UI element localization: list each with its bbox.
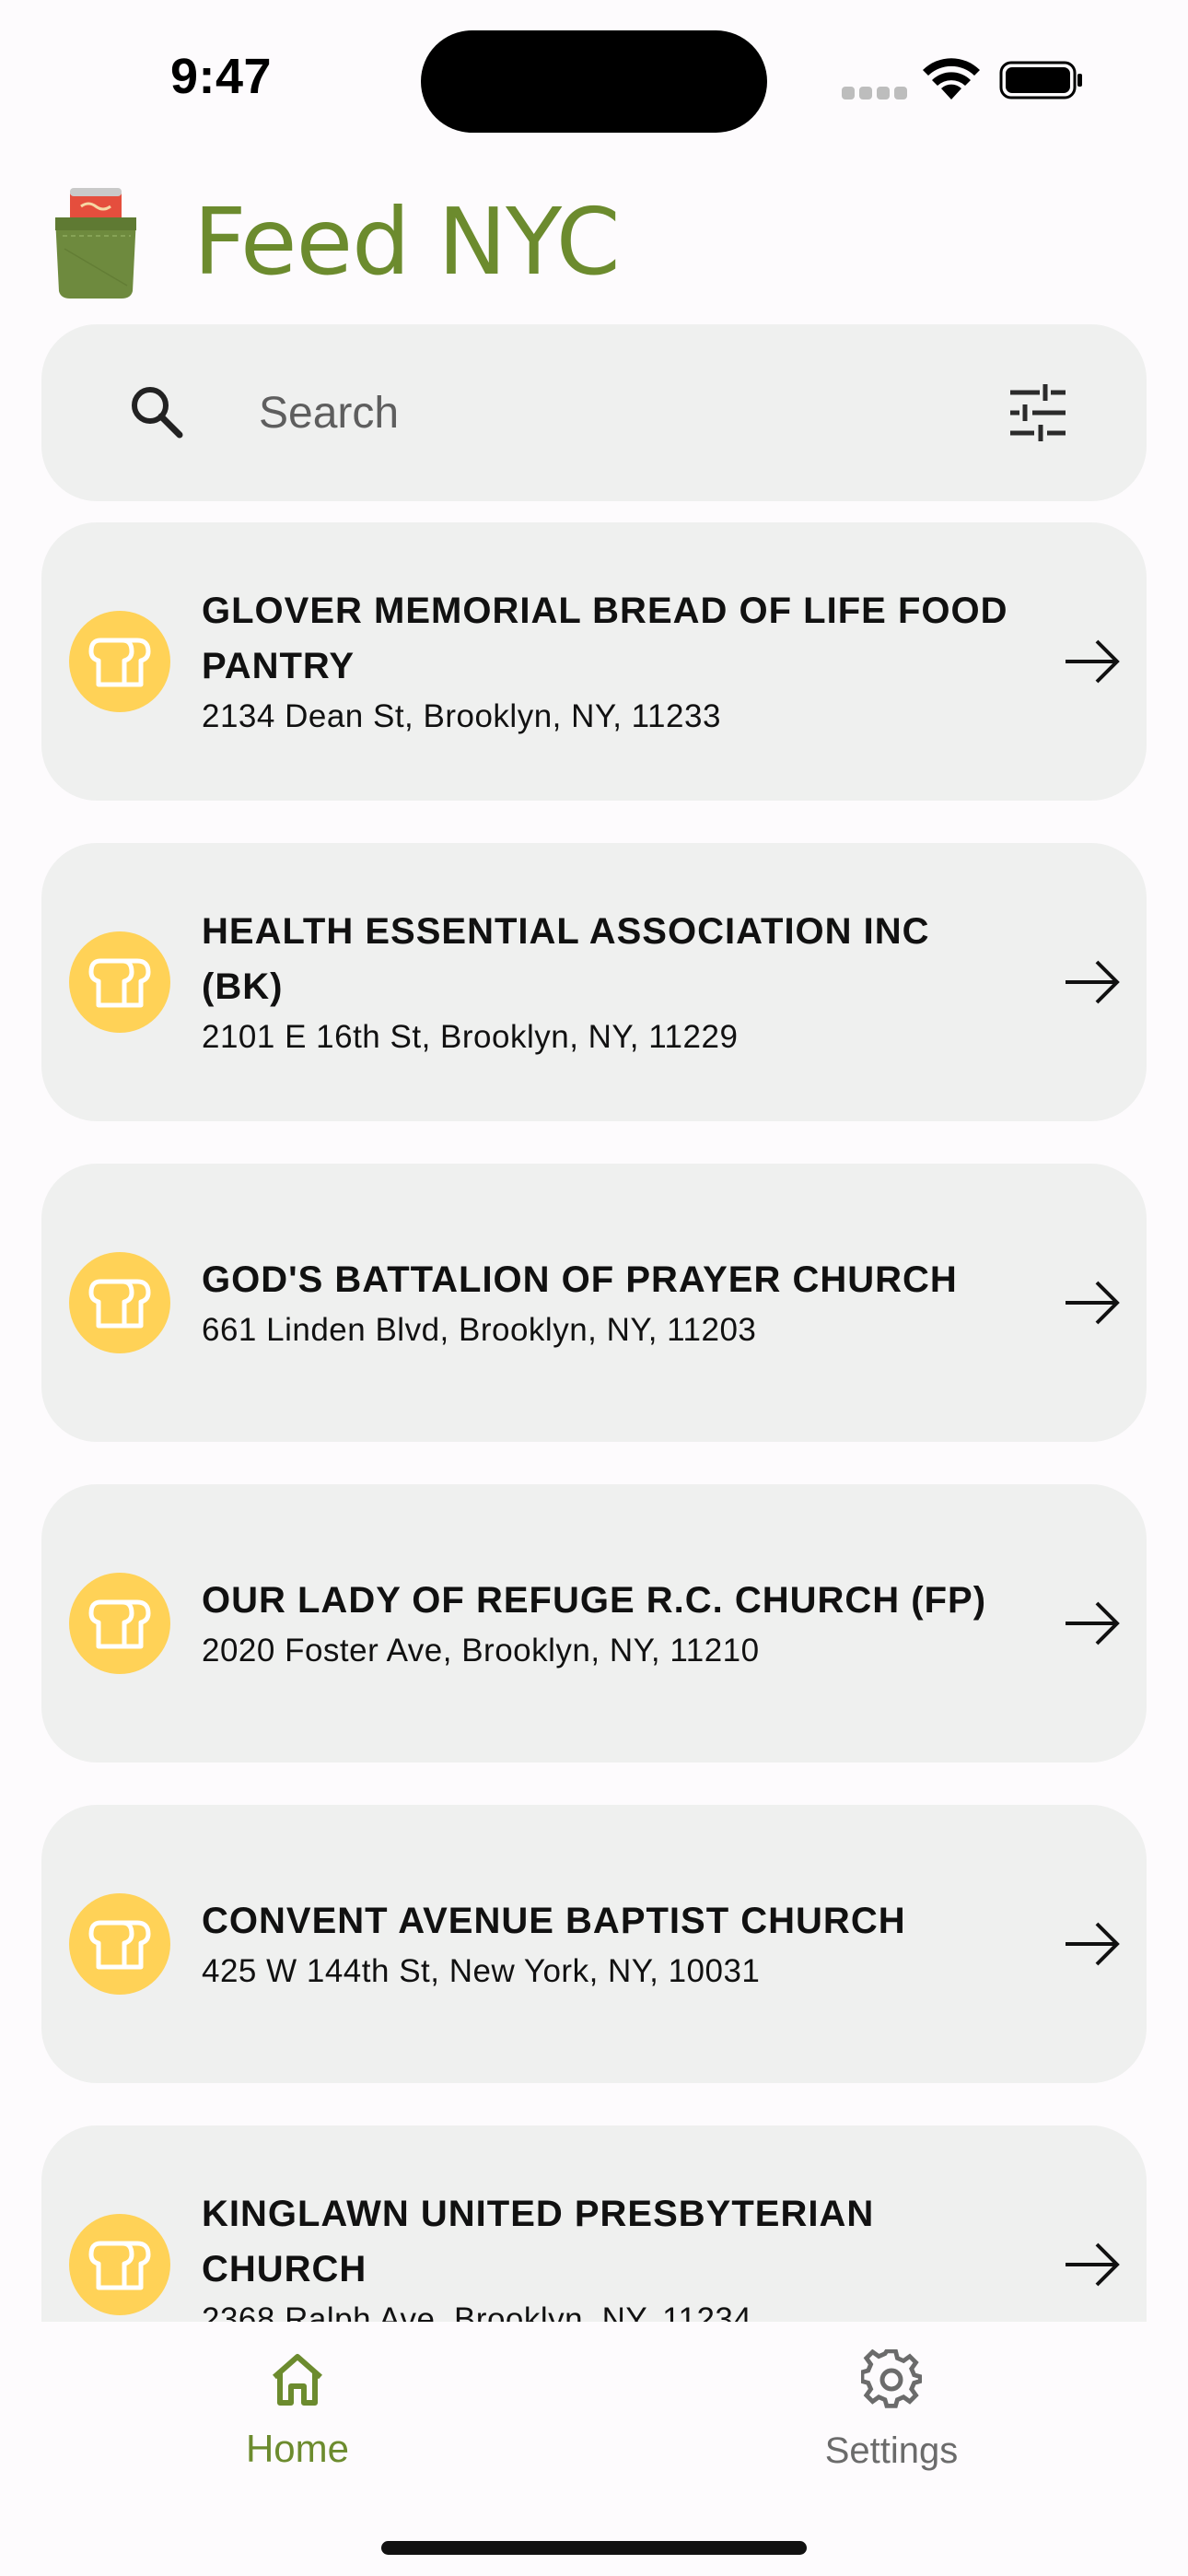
can-in-pocket-icon — [55, 188, 136, 299]
app-title: Feed NYC — [193, 188, 621, 296]
bread-icon — [69, 1893, 170, 1995]
dynamic-island — [421, 30, 767, 133]
pantry-card[interactable]: GLOVER MEMORIAL BREAD OF LIFE FOOD PANTR… — [41, 522, 1147, 801]
sliders-icon[interactable] — [1007, 381, 1069, 444]
search-input[interactable] — [216, 370, 953, 455]
pantry-address: 2101 E 16th St, Brooklyn, NY, 11229 — [202, 1019, 739, 1055]
cellular-signal-icon — [842, 87, 907, 100]
pantry-address: 2020 Foster Ave, Brooklyn, NY, 11210 — [202, 1633, 760, 1669]
home-icon — [273, 2354, 322, 2406]
tab-home[interactable]: Home — [159, 2349, 436, 2488]
bread-icon — [69, 1573, 170, 1674]
bread-icon — [69, 611, 170, 712]
search-icon — [132, 387, 183, 439]
pantry-card[interactable]: CONVENT AVENUE BAPTIST CHURCH 425 W 144t… — [41, 1805, 1147, 2083]
arrow-right-icon[interactable] — [1062, 952, 1123, 1013]
pantry-name: HEALTH ESSENTIAL ASSOCIATION INC (BK) — [202, 911, 930, 1007]
pantry-name: KINGLAWN UNITED PRESBYTERIAN CHURCH — [202, 2194, 875, 2289]
gear-icon — [861, 2349, 922, 2408]
pantry-name: GLOVER MEMORIAL BREAD OF LIFE FOOD PANTR… — [202, 591, 1008, 686]
tab-settings[interactable]: Settings — [753, 2349, 1030, 2488]
arrow-right-icon[interactable] — [1062, 1593, 1123, 1654]
pantry-list[interactable]: GLOVER MEMORIAL BREAD OF LIFE FOOD PANTR… — [0, 521, 1188, 2322]
pantry-name: CONVENT AVENUE BAPTIST CHURCH — [202, 1901, 906, 1941]
battery-icon — [999, 61, 1082, 100]
status-time: 9:47 — [170, 49, 273, 104]
home-indicator — [381, 2541, 807, 2555]
pantry-card[interactable]: HEALTH ESSENTIAL ASSOCIATION INC (BK) 21… — [41, 843, 1147, 1121]
pantry-name: GOD'S BATTALION OF PRAYER CHURCH — [202, 1259, 958, 1300]
pantry-address: 2368 Ralph Ave, Brooklyn, NY, 11234 — [202, 2301, 752, 2322]
pantry-card[interactable]: GOD'S BATTALION OF PRAYER CHURCH 661 Lin… — [41, 1164, 1147, 1442]
search-bar[interactable] — [41, 324, 1147, 501]
tab-bar: Home Settings — [0, 2322, 1188, 2576]
bread-icon — [69, 931, 170, 1033]
wifi-icon — [923, 58, 980, 100]
pantry-card[interactable]: KINGLAWN UNITED PRESBYTERIAN CHURCH 2368… — [41, 2125, 1147, 2322]
tab-home-label: Home — [245, 2427, 350, 2470]
arrow-right-icon[interactable] — [1062, 1914, 1123, 1974]
pantry-address: 425 W 144th St, New York, NY, 10031 — [202, 1953, 761, 1989]
status-bar: 9:47 — [0, 0, 1188, 157]
arrow-right-icon[interactable] — [1062, 2234, 1123, 2295]
arrow-right-icon[interactable] — [1062, 1272, 1123, 1333]
bread-icon — [69, 1252, 170, 1353]
pantry-name: OUR LADY OF REFUGE R.C. CHURCH (FP) — [202, 1580, 987, 1621]
tab-settings-label: Settings — [824, 2430, 959, 2471]
arrow-right-icon[interactable] — [1062, 631, 1123, 692]
pantry-card[interactable]: OUR LADY OF REFUGE R.C. CHURCH (FP) 2020… — [41, 1484, 1147, 1762]
pantry-address: 2134 Dean St, Brooklyn, NY, 11233 — [202, 698, 721, 734]
bread-icon — [69, 2214, 170, 2315]
pantry-address: 661 Linden Blvd, Brooklyn, NY, 11203 — [202, 1312, 757, 1348]
